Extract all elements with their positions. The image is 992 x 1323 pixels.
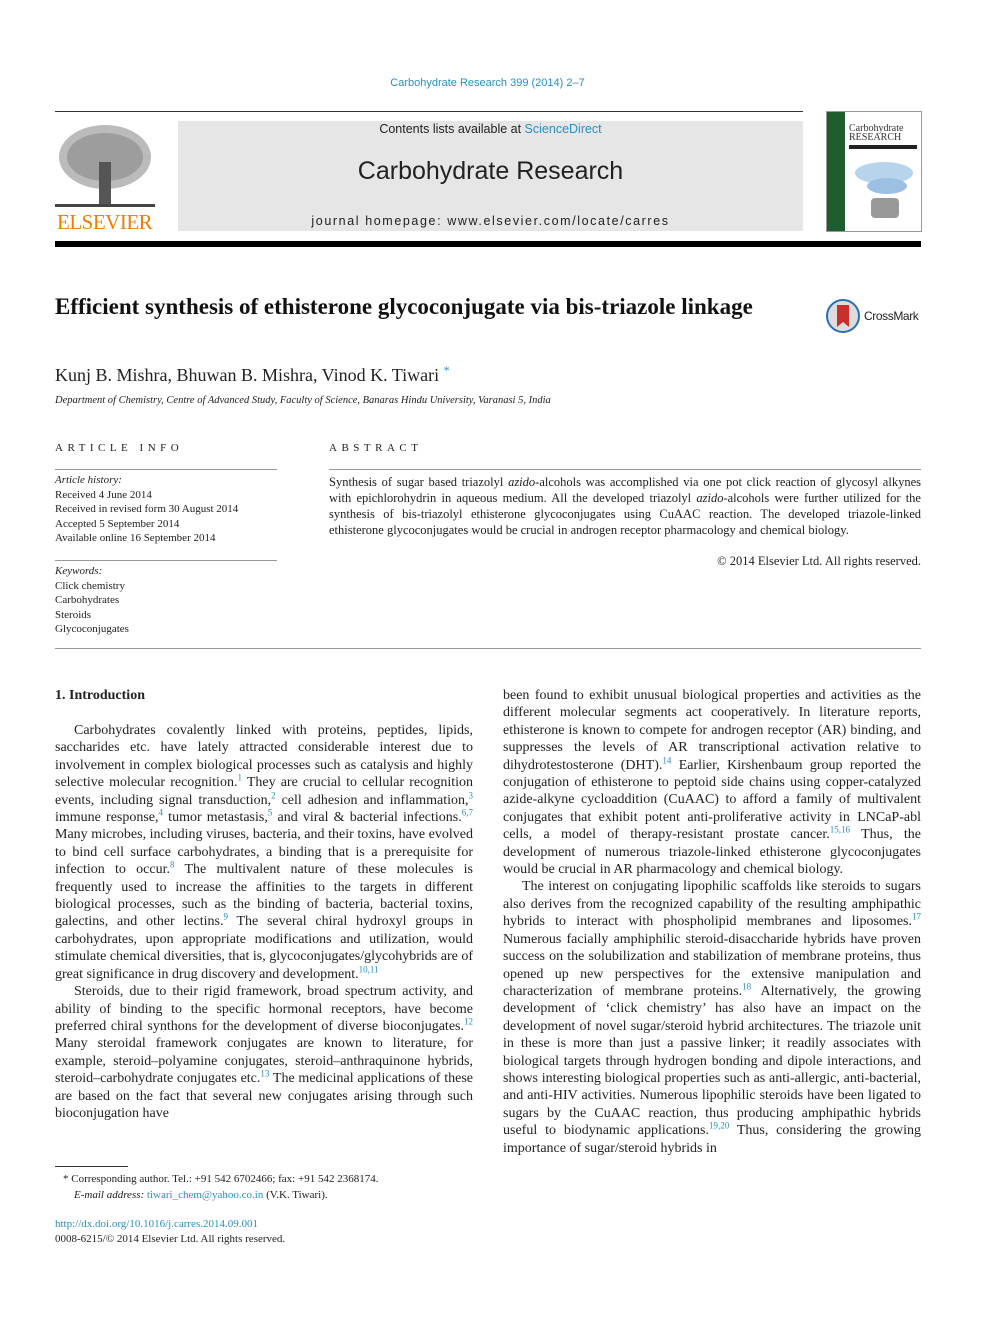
text-run: tumor metastasis, [163,810,268,826]
keyword: Click chemistry [55,579,125,592]
abstract-copyright: © 2014 Elsevier Ltd. All rights reserved… [717,554,921,568]
journal-title: Carbohydrate Research [357,157,624,185]
header-bar [55,241,921,247]
cover-subtitle: RESEARCH [849,132,902,143]
sciencedirect-link[interactable]: ScienceDirect [525,122,602,136]
article-info-heading: ARTICLE INFO [55,442,184,454]
history-item: Received in revised form 30 August 2014 [55,503,239,515]
corresponding-author-mark[interactable]: * [444,363,450,377]
history-item: Accepted 5 September 2014 [55,517,180,530]
elsevier-logo[interactable]: ELSEVIER [55,122,155,234]
citation-link[interactable]: 15,16 [830,825,850,835]
citation-link[interactable]: 3 [469,790,474,800]
paragraph: The interest on conjugating lipophilic s… [503,878,921,1157]
journal-cover-image[interactable]: Carbohydrate RESEARCH [826,111,922,232]
citation-link[interactable]: 18 [742,981,751,991]
citation-link[interactable]: 12 [464,1016,473,1026]
author-list: Kunj B. Mishra, Bhuwan B. Mishra, Vinod … [55,363,450,385]
article-page: Carbohydrate Research 399 (2014) 2–7 ELS… [0,0,992,1323]
text-run: immune response, [55,810,159,826]
abstract-heading: ABSTRACT [329,442,423,454]
text-run: Steroids, due to their rigid framework, … [55,984,473,1034]
paragraph: Steroids, due to their rigid framework, … [55,983,473,1122]
text-run: Synthesis of sugar based triazolyl [329,475,509,489]
contents-line: Contents lists available at ScienceDirec… [379,122,602,136]
body-column-right: been found to exhibit unusual biological… [503,687,921,1157]
citation-link[interactable]: 10,11 [359,964,379,974]
issn-rights: 0008-6215/© 2014 Elsevier Ltd. All right… [55,1232,286,1245]
journal-homepage[interactable]: journal homepage: www.elsevier.com/locat… [178,214,803,228]
email-link[interactable]: tiwari_chem@yahoo.co.in [147,1189,263,1201]
keyword: Steroids [55,608,92,621]
article-title: Efficient synthesis of ethisterone glyco… [55,294,753,319]
crossmark-button[interactable]: CrossMark [826,298,922,334]
crossmark-icon [826,299,860,333]
citation-link[interactable]: 17 [912,912,921,922]
history-item: Received 4 June 2014 [55,488,152,501]
journal-banner: Contents lists available at ScienceDirec… [178,121,803,231]
paragraph: been found to exhibit unusual biological… [503,687,921,878]
doi-block: http://dx.doi.org/10.1016/j.carres.2014.… [55,1217,285,1246]
cover-spine [827,112,845,231]
paragraph: Carbohydrates covalently linked with pro… [55,722,473,983]
text-run: and viral & bacterial infections. [272,810,462,826]
citation-link[interactable]: 19,20 [709,1121,729,1131]
article-history: Article history: Received 4 June 2014 Re… [55,474,239,544]
keyword: Carbohydrates [55,594,120,606]
body-column-left: Carbohydrates covalently linked with pro… [55,722,473,1122]
text-run: Alternatively, the growing development o… [503,983,921,1139]
journal-reference-link[interactable]: Carbohydrate Research 399 (2014) 2–7 [0,77,975,89]
header-rule [55,111,803,112]
doi-link[interactable]: http://dx.doi.org/10.1016/j.carres.2014.… [55,1217,285,1232]
affiliation: Department of Chemistry, Centre of Advan… [55,395,551,406]
text-run: The interest on conjugating lipophilic s… [503,879,921,930]
corresponding-author-footnote: * Corresponding author. Tel.: +91 542 67… [63,1173,379,1201]
section-heading-introduction: 1. Introduction [55,688,145,703]
keywords: Keywords: Click chemistry Carbohydrates … [55,565,129,635]
elsevier-wordmark: ELSEVIER [57,210,153,234]
italic-term: azido [508,475,536,489]
abstract-text: Synthesis of sugar based triazolyl azido… [329,474,921,538]
text-run: cell adhesion and inflammation, [275,792,469,808]
history-item: Available online 16 September 2014 [55,532,216,544]
italic-term: azido [696,491,724,505]
citation-link[interactable]: 6,7 [462,807,473,817]
keyword: Glycoconjugates [55,623,129,635]
crossmark-label: CrossMark [864,309,919,323]
